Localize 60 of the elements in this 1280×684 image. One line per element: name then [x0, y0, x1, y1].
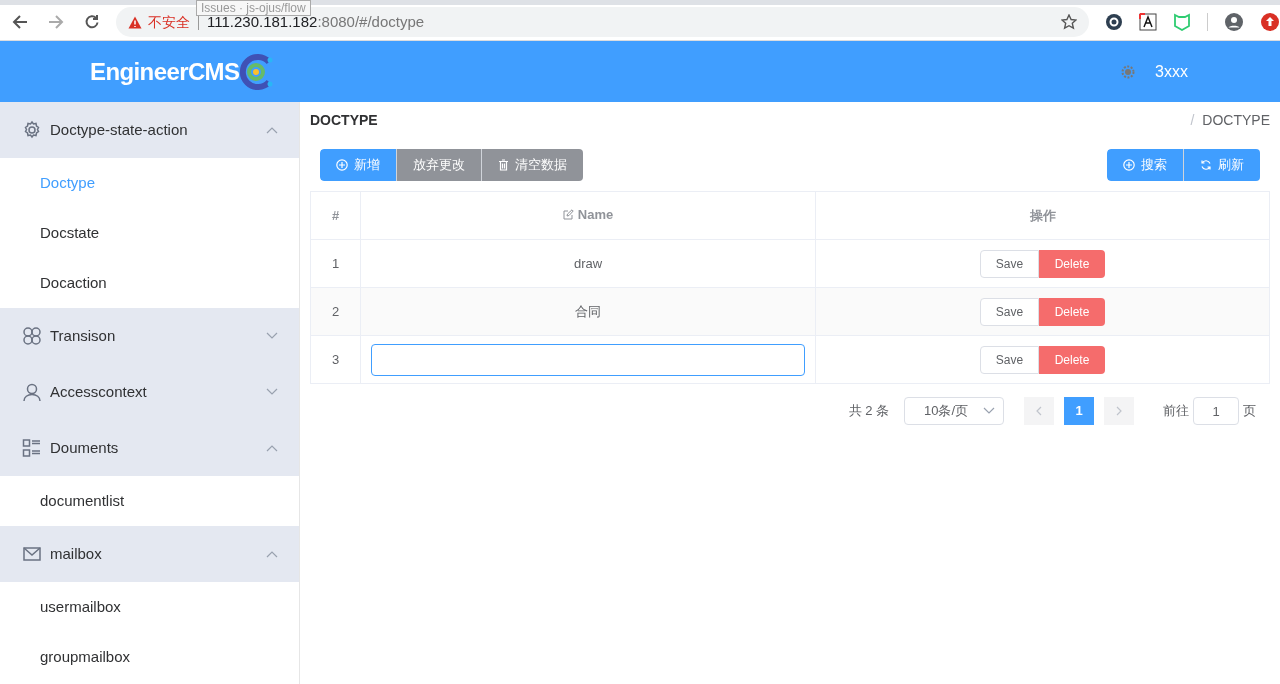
total-count: 共 2 条 [848, 402, 889, 421]
list-icon [22, 438, 42, 458]
table-cell: 1 [310, 239, 361, 288]
warning-icon [128, 15, 142, 29]
tooltip: Issues · js-ojus/flow [196, 0, 311, 16]
input-field[interactable] [371, 343, 805, 376]
chevron-left-icon [1036, 406, 1042, 416]
table-cell: 合同 [360, 287, 816, 336]
extension-icon[interactable] [1139, 13, 1157, 31]
menu-item[interactable]: documentlist [0, 476, 299, 526]
menu-group[interactable]: mailbox [0, 526, 299, 582]
save-button[interactable]: Save [980, 297, 1039, 326]
clover-icon [22, 326, 42, 346]
page-size-select[interactable]: 10条/页 [904, 397, 1004, 425]
upload-icon[interactable] [1260, 12, 1280, 32]
menu-item[interactable]: Docstate [0, 208, 299, 258]
save-button[interactable]: Save [980, 249, 1039, 278]
breadcrumb-item[interactable]: DOCTYPE [1202, 110, 1270, 131]
chevron-up-icon [266, 126, 278, 134]
chevron-down-icon [983, 407, 995, 415]
gear-icon [22, 120, 42, 140]
reload-icon[interactable] [84, 14, 100, 30]
mail-icon [22, 544, 42, 564]
profile-icon[interactable] [1224, 12, 1244, 32]
page-title: DOCTYPE [310, 111, 378, 130]
table-cell: 3 [310, 335, 361, 384]
menu-group[interactable]: Accesscontext [0, 364, 299, 420]
logo-icon [239, 52, 274, 91]
edit-icon [562, 209, 574, 221]
star-icon[interactable] [1061, 14, 1077, 30]
back-icon[interactable] [12, 14, 28, 30]
save-button[interactable]: Save [980, 345, 1039, 374]
chevron-up-icon [266, 550, 278, 558]
menu-group[interactable]: Transison [0, 308, 299, 364]
person-icon [22, 382, 42, 402]
chevron-down-icon [266, 332, 278, 340]
column-header: 操作 [815, 191, 1270, 240]
chevron-down-icon [266, 388, 278, 396]
plus-circle-icon [336, 159, 348, 171]
table-cell: 2 [310, 287, 361, 336]
refresh-icon [1200, 159, 1212, 171]
menu-item[interactable]: usermailbox [0, 582, 299, 632]
menu-item[interactable]: Docaction [0, 258, 299, 308]
page-suffix: 页 [1243, 402, 1256, 421]
column-header: # [310, 191, 361, 240]
menu-group[interactable]: Doctype-state-action [0, 102, 299, 158]
trash-icon [498, 159, 509, 171]
menu-group[interactable]: Douments [0, 420, 299, 476]
plus-circle-icon [1123, 159, 1135, 171]
breadcrumb-separator: / [1190, 111, 1195, 130]
column-header: Name [360, 191, 816, 240]
logo-text: EngineerCMS [90, 56, 240, 87]
table-cell: draw [360, 239, 816, 288]
security-label: 不安全 [148, 12, 190, 32]
menu-item[interactable]: groupmailbox [0, 632, 299, 682]
extension-icon[interactable] [1105, 13, 1123, 31]
page-input[interactable]: 1 [1193, 397, 1239, 425]
goto-label: 前往 [1163, 402, 1189, 421]
chevron-up-icon [266, 444, 278, 452]
chevron-right-icon [1116, 406, 1122, 416]
